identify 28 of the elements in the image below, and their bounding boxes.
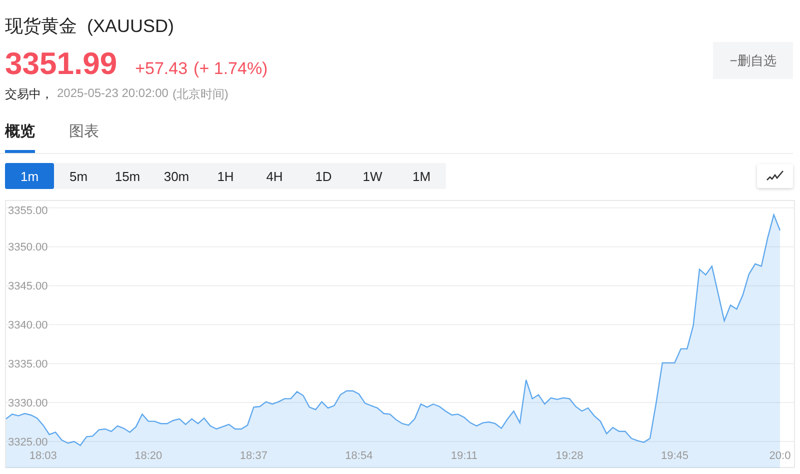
axis-label: 18:37	[240, 450, 268, 462]
axis-label: 3355.00	[8, 205, 48, 217]
timezone-label: (北京时间)	[172, 86, 228, 103]
axis-label: 18:54	[345, 450, 373, 462]
remove-watchlist-button[interactable]: −删自选	[713, 42, 793, 79]
axis-label: 3325.00	[8, 436, 48, 448]
axis-label: 19:28	[556, 450, 584, 462]
price-change: +57.43	[135, 59, 188, 79]
interval-button[interactable]: 1m	[5, 163, 54, 189]
instrument-title: 现货黄金 (XAUUSD)	[5, 15, 176, 38]
axis-label: 20:0	[769, 450, 791, 462]
price-change-percent: (+ 1.74%)	[194, 59, 268, 79]
timestamp: 2025-05-23 20:02:00	[57, 86, 168, 102]
axis-label: 3350.00	[8, 242, 48, 254]
axis-label: 18:20	[134, 450, 162, 462]
chart-type-button[interactable]	[757, 164, 793, 188]
tab[interactable]: 图表	[69, 121, 99, 153]
axis-label: 18:03	[29, 450, 57, 462]
price-value: 3351.99	[5, 46, 118, 82]
axis-label: 3335.00	[8, 358, 48, 371]
axis-label: 3340.00	[8, 320, 48, 332]
tab[interactable]: 概览	[5, 121, 35, 153]
line-chart-icon	[766, 170, 784, 182]
trading-status: 交易中，	[5, 86, 53, 103]
axis-label: 19:11	[450, 450, 478, 462]
axis-label: 19:45	[660, 450, 688, 462]
axis-label: 3330.00	[8, 398, 48, 410]
axis-label: 3345.00	[8, 280, 48, 293]
